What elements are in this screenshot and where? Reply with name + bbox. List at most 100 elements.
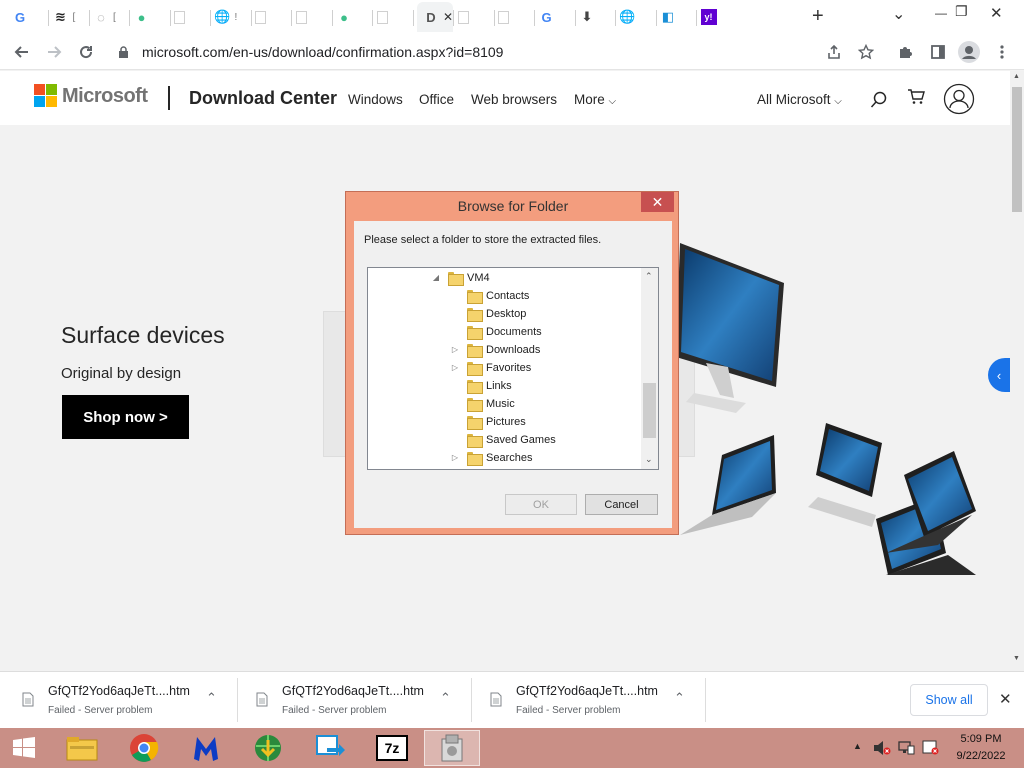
clock-date[interactable]: 9/22/2022: [950, 750, 1012, 762]
taskbar-7zip[interactable]: 7z: [364, 730, 420, 766]
minimize-button[interactable]: —: [935, 6, 947, 20]
chevron-up-icon[interactable]: ⌃: [674, 690, 685, 706]
section-title[interactable]: Download Center: [189, 88, 337, 109]
forward-button[interactable]: [42, 40, 66, 64]
cart-icon[interactable]: [907, 88, 925, 106]
action-center-icon[interactable]: [922, 740, 940, 756]
search-icon[interactable]: [870, 91, 888, 109]
nav-windows[interactable]: Windows: [348, 92, 403, 107]
start-button[interactable]: [0, 730, 48, 766]
tree-item[interactable]: ◢ VM4: [433, 269, 490, 287]
microsoft-logo-icon[interactable]: [34, 84, 58, 108]
show-all-button[interactable]: Show all: [910, 684, 988, 716]
tray-overflow-icon[interactable]: ▲: [853, 741, 862, 751]
page-scrollbar[interactable]: ▲ ▼: [1010, 71, 1024, 671]
tab-separator: [210, 10, 211, 26]
dialog-close-button[interactable]: ✕: [641, 192, 674, 212]
download-item[interactable]: GfQTf2Yod6aqJeTt....htm Failed - Server p…: [0, 672, 236, 729]
browser-tab[interactable]: [174, 6, 185, 28]
close-tab-icon[interactable]: ✕: [443, 10, 453, 24]
back-button[interactable]: [10, 40, 34, 64]
taskbar-installer[interactable]: [424, 730, 480, 766]
profile-button[interactable]: [957, 40, 981, 64]
taskbar-chrome[interactable]: [116, 730, 172, 766]
nav-more[interactable]: More ⌵: [574, 92, 616, 107]
all-microsoft-menu[interactable]: All Microsoft ⌵: [757, 92, 842, 107]
expand-arrow-icon[interactable]: ▷: [450, 453, 460, 462]
speaker-muted-icon[interactable]: [873, 740, 891, 756]
expand-arrow-icon[interactable]: ▷: [450, 345, 460, 354]
taskbar-malwarebytes[interactable]: [178, 730, 234, 766]
clock-time[interactable]: 5:09 PM: [950, 733, 1012, 745]
new-tab-button[interactable]: +: [812, 5, 824, 28]
taskbar-internet-download-manager[interactable]: [240, 730, 296, 766]
url-text[interactable]: microsoft.com/en-us/download/confirmatio…: [142, 44, 503, 60]
chevron-up-icon[interactable]: ⌃: [440, 690, 451, 706]
network-icon[interactable]: [898, 740, 916, 756]
share-icon: [828, 44, 840, 59]
browser-tab[interactable]: ⬇: [579, 6, 595, 28]
shop-now-button[interactable]: Shop now >: [62, 395, 189, 439]
folder-tree[interactable]: ◢ VM4 Contacts Desktop Documents ▷ Downloads ▷ F…: [367, 267, 659, 470]
browser-tab[interactable]: G: [539, 6, 555, 28]
nav-office[interactable]: Office: [419, 92, 454, 107]
expand-arrow-icon[interactable]: ▷: [450, 363, 460, 372]
account-icon[interactable]: [943, 83, 975, 115]
nav-web-browsers[interactable]: Web browsers: [471, 92, 557, 107]
restore-button[interactable]: ❐: [955, 3, 968, 20]
tree-item[interactable]: Music: [467, 395, 515, 413]
taskbar-file-explorer[interactable]: [54, 730, 110, 766]
collapse-arrow-icon[interactable]: ◢: [431, 273, 441, 282]
tree-item[interactable]: Desktop: [467, 305, 526, 323]
reload-button[interactable]: [74, 40, 98, 64]
download-item[interactable]: GfQTf2Yod6aqJeTt....htm Failed - Server p…: [234, 672, 470, 729]
scrollbar-thumb[interactable]: [643, 383, 656, 438]
tree-item[interactable]: ▷ Searches: [452, 449, 532, 467]
taskbar-remote-app[interactable]: [302, 730, 358, 766]
scroll-down-icon[interactable]: ⌄: [645, 454, 653, 465]
download-site-icon: ●: [137, 9, 146, 25]
browser-tab[interactable]: [295, 6, 307, 28]
browser-tab[interactable]: 🌐: [619, 6, 635, 28]
tree-item[interactable]: Contacts: [467, 287, 529, 305]
header-divider: [168, 86, 170, 110]
browser-tab[interactable]: [457, 6, 469, 28]
browser-tab[interactable]: y!: [700, 6, 717, 28]
close-downloads-bar-button[interactable]: ✕: [999, 690, 1012, 708]
side-panel-button[interactable]: [926, 40, 950, 64]
ok-button[interactable]: OK: [505, 494, 577, 515]
tab-search-button[interactable]: ⌄: [892, 4, 905, 24]
tree-item[interactable]: ▷ Downloads: [452, 341, 540, 359]
browser-tab[interactable]: [498, 6, 509, 28]
tree-item[interactable]: Links: [467, 377, 512, 395]
brand-name[interactable]: Microsoft: [62, 85, 148, 108]
tree-item[interactable]: Documents: [467, 323, 542, 341]
browser-tab[interactable]: ≋[: [53, 6, 75, 28]
browser-tab[interactable]: ●: [134, 6, 150, 28]
browser-tab[interactable]: G: [12, 6, 28, 28]
browser-tab[interactable]: ●: [336, 6, 352, 28]
chevron-up-icon[interactable]: ⌃: [206, 690, 217, 706]
browser-tab[interactable]: ◧: [660, 6, 676, 28]
browser-tab[interactable]: [376, 6, 388, 28]
tree-item[interactable]: Saved Games: [467, 431, 556, 449]
bookmark-button[interactable]: [854, 40, 878, 64]
arrow-right-icon: [48, 46, 62, 58]
download-item[interactable]: GfQTf2Yod6aqJeTt....htm Failed - Server p…: [468, 672, 704, 729]
close-window-button[interactable]: ✕: [990, 4, 1003, 22]
share-button[interactable]: [822, 40, 846, 64]
extensions-button[interactable]: [894, 40, 918, 64]
scroll-up-icon[interactable]: ⌃: [645, 271, 653, 282]
tree-item[interactable]: ▷ Favorites: [452, 359, 531, 377]
browser-tab[interactable]: D ✕: [417, 2, 453, 32]
tree-scrollbar[interactable]: ⌃ ⌄: [641, 268, 658, 469]
menu-button[interactable]: [990, 40, 1014, 64]
browser-tab[interactable]: ◌[: [93, 6, 116, 28]
cancel-button[interactable]: Cancel: [585, 494, 658, 515]
scrollbar-thumb[interactable]: [1012, 87, 1022, 212]
browser-tab[interactable]: [255, 6, 266, 28]
scroll-up-icon[interactable]: ▲: [1013, 73, 1020, 80]
browser-tab[interactable]: 🌐!: [214, 6, 237, 28]
tree-item[interactable]: Pictures: [467, 413, 526, 431]
scroll-down-icon[interactable]: ▼: [1013, 655, 1020, 662]
